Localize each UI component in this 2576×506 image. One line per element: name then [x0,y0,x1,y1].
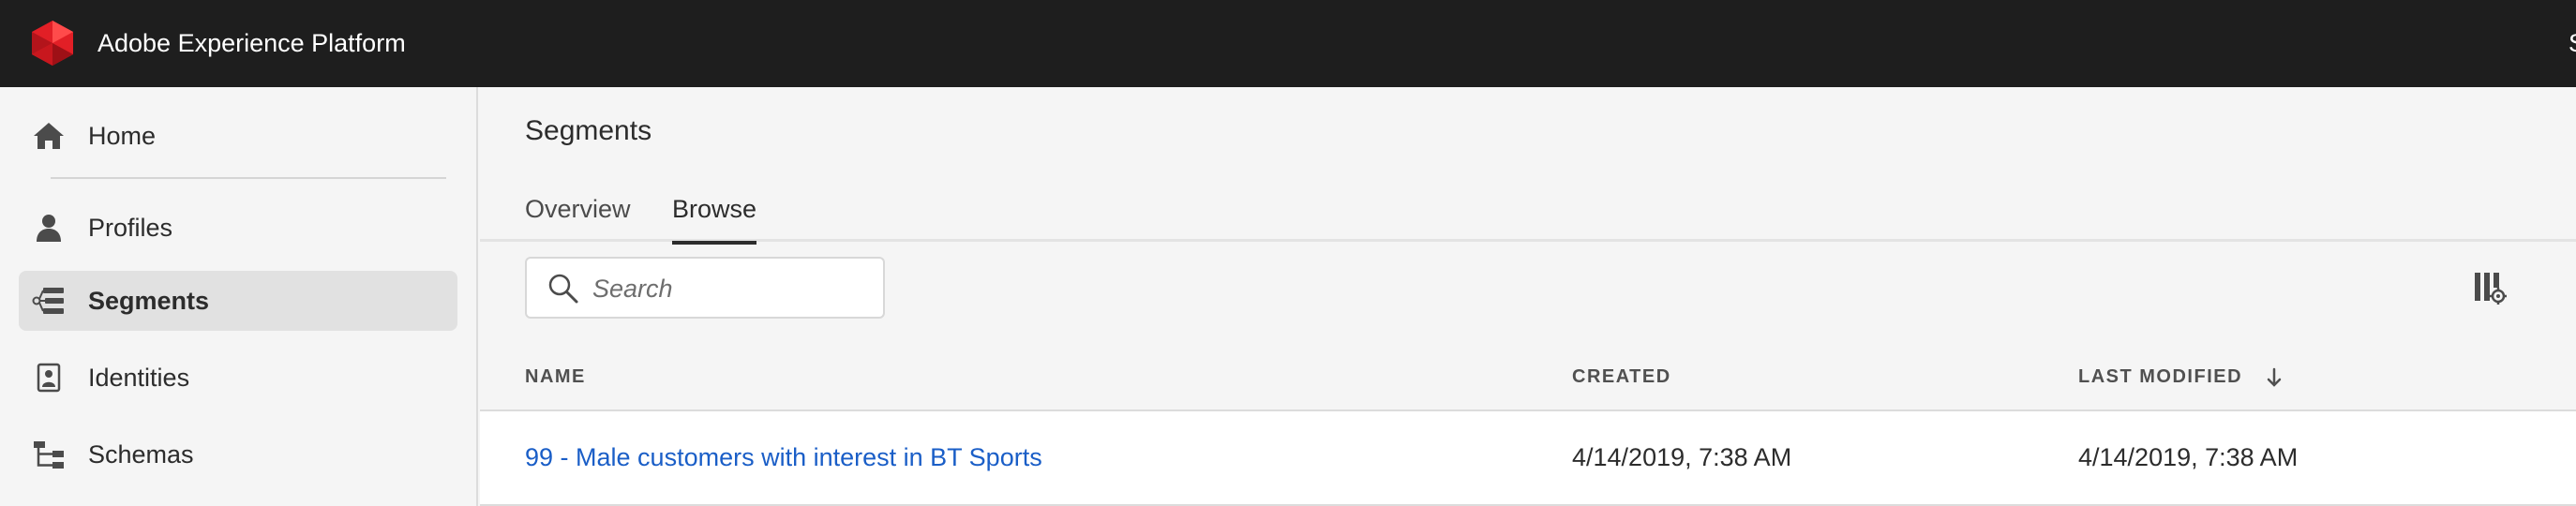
sidebar-item-segments[interactable]: Segments [19,271,457,331]
segments-icon [32,288,64,314]
home-icon [34,123,64,149]
sidebar-divider [51,177,446,179]
sort-descending-icon[interactable] [2266,367,2283,388]
last-modified-date: 4/14/2019, 7:38 AM [2078,443,2299,471]
topbar-right-text[interactable]: S [2569,0,2576,87]
adobe-logo-icon[interactable] [28,19,77,67]
top-bar: Adobe Experience Platform S [0,0,2576,87]
page-title: Segments [525,115,652,146]
search-icon [548,274,578,304]
sidebar-item-label: Home [88,121,157,150]
sidebar-item-label: Segments [88,286,210,315]
search-box [525,257,885,319]
sidebar-item-schemas[interactable]: Schemas [19,424,457,484]
sidebar-item-profiles[interactable]: Profiles [19,198,457,258]
column-header-label: NAME [525,366,586,387]
main-content: Segments Overview Browse NAME CREATED LA… [480,87,2576,506]
sidebar-item-identities[interactable]: Identities [19,348,457,408]
column-header-last-modified[interactable]: LAST MODIFIED [2078,342,2283,411]
column-header-label: CREATED [1572,366,1671,387]
search-input[interactable] [592,270,874,307]
sidebar-item-label: Identities [88,363,190,392]
sidebar-item-home[interactable]: Home [19,106,457,166]
table-header: NAME CREATED LAST MODIFIED [480,342,2576,411]
column-settings-icon[interactable] [2473,271,2507,305]
tab-bar: Overview Browse [480,190,2576,245]
identity-card-icon [37,363,61,393]
sidebar-item-label: Profiles [88,213,173,242]
created-date: 4/14/2019, 7:38 AM [1572,443,1792,471]
column-header-name[interactable]: NAME [525,342,586,411]
segment-name-link[interactable]: 99 - Male customers with interest in BT … [525,411,1042,503]
column-header-created[interactable]: CREATED [1572,342,1671,411]
schema-tree-icon [34,441,64,469]
table-row[interactable]: 99 - Male customers with interest in BT … [480,411,2576,506]
sidebar: Home Profiles Segments Identities Schema… [0,87,478,506]
tab-overview[interactable]: Overview [525,190,631,242]
app-title[interactable]: Adobe Experience Platform [97,0,406,87]
tab-browse[interactable]: Browse [672,190,757,245]
column-header-label: LAST MODIFIED [2078,366,2243,387]
person-icon [37,215,61,242]
sidebar-item-label: Schemas [88,439,194,469]
